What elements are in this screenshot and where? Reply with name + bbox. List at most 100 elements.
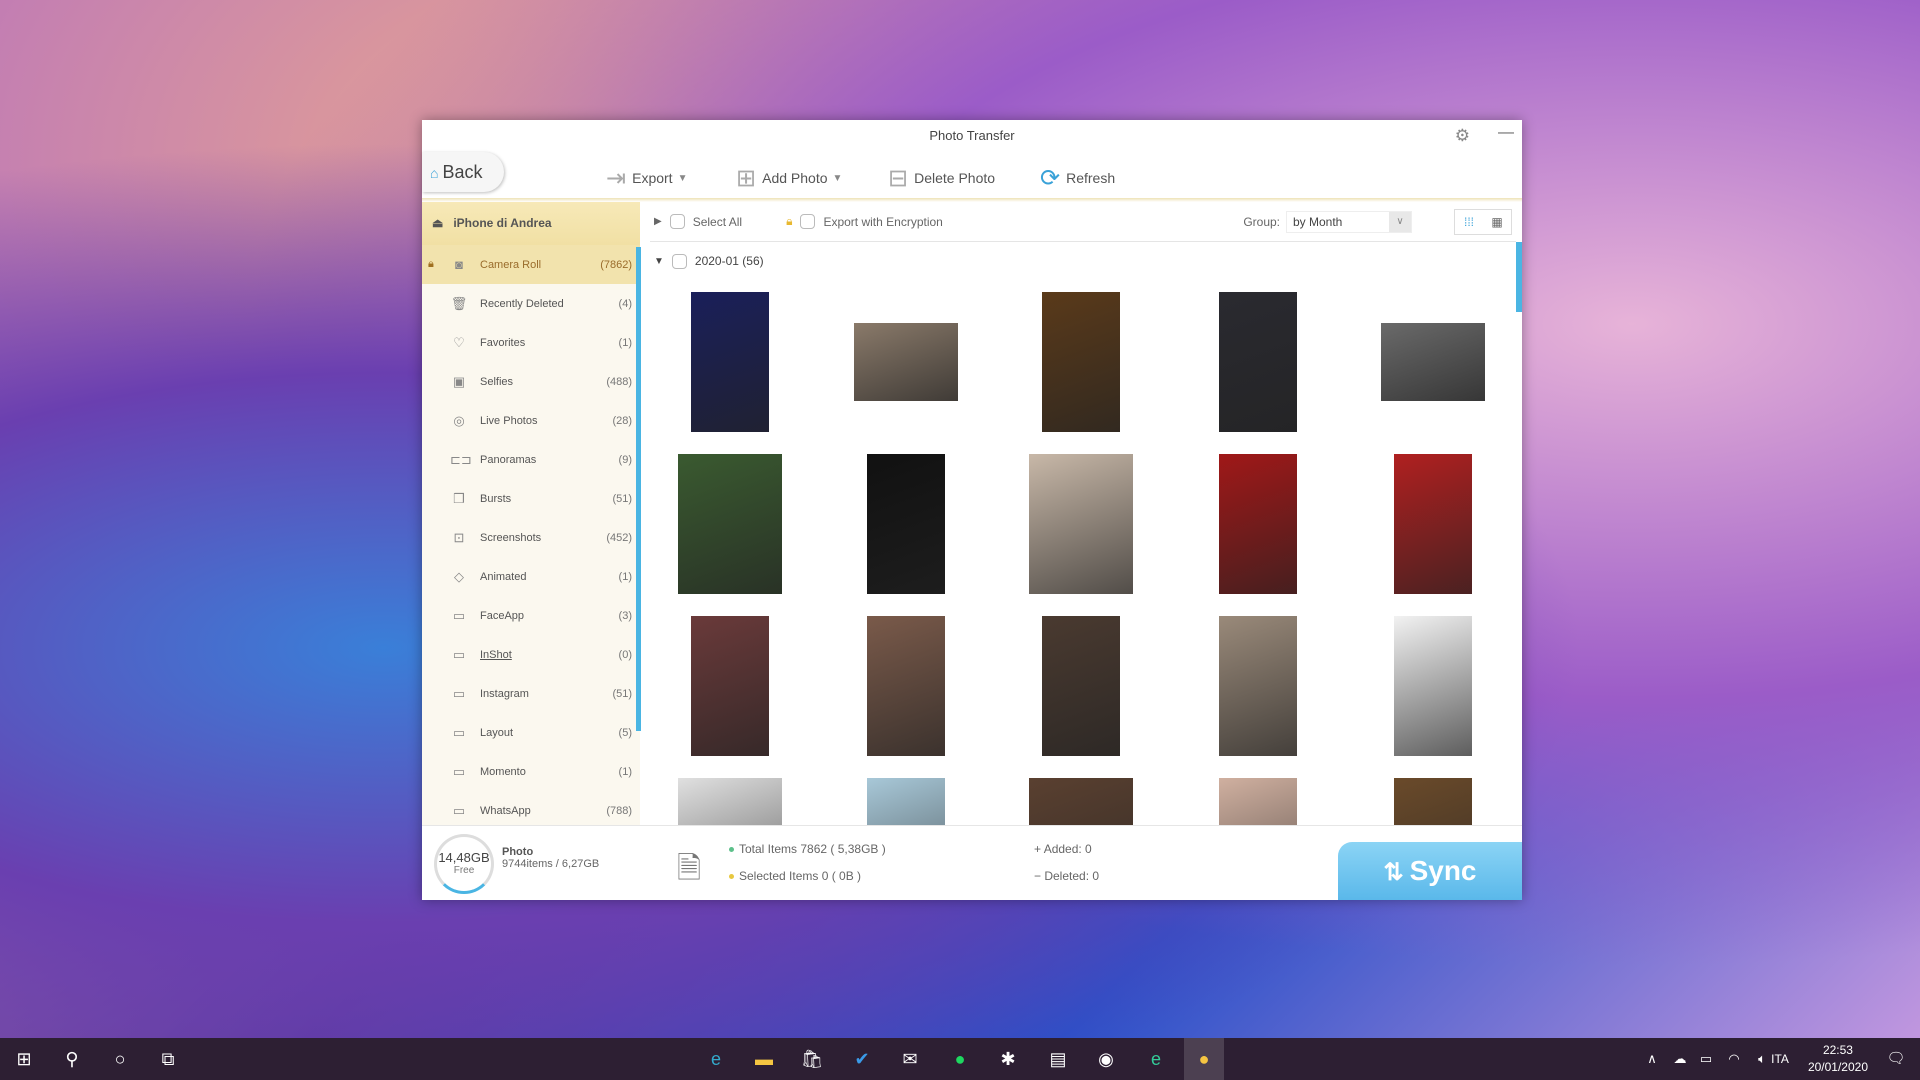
photo-thumbnail[interactable] bbox=[1219, 778, 1297, 825]
photo-thumbnail[interactable] bbox=[691, 292, 769, 432]
export-icon: ⇥ bbox=[606, 164, 627, 192]
delete-photo-button[interactable]: ⊟ Delete Photo bbox=[888, 160, 995, 196]
photo-transfer-app-icon[interactable]: ● bbox=[1184, 1038, 1224, 1080]
photo-thumbnail[interactable] bbox=[1029, 778, 1133, 825]
sidebar-item-animated[interactable]: ◇ Animated (1) bbox=[422, 557, 640, 596]
added-count: Added: 0 bbox=[1043, 842, 1092, 856]
photo-thumbnail[interactable] bbox=[854, 323, 958, 401]
sidebar-item-instagram[interactable]: ▭ Instagram (51) bbox=[422, 674, 640, 713]
photo-thumbnail[interactable] bbox=[1042, 616, 1120, 756]
todo-icon[interactable]: ✔ bbox=[842, 1038, 882, 1080]
sidebar-item-faceapp[interactable]: ▭ FaceApp (3) bbox=[422, 596, 640, 635]
sidebar-item-count: (788) bbox=[606, 804, 632, 817]
sidebar-item-label: WhatsApp bbox=[480, 804, 531, 817]
album-icon: ▭ bbox=[452, 802, 466, 818]
search-icon[interactable]: ⚲ bbox=[52, 1038, 92, 1080]
files-icon[interactable]: ▤ bbox=[1038, 1038, 1078, 1080]
group-select[interactable]: by Month ∨ bbox=[1286, 210, 1412, 233]
photo-thumbnail[interactable] bbox=[1042, 292, 1120, 432]
back-button[interactable]: ⌂ Back bbox=[422, 152, 504, 192]
large-grid-view-button[interactable]: ▦ bbox=[1483, 210, 1511, 234]
slack-icon[interactable]: ✱ bbox=[988, 1038, 1028, 1080]
photo-thumbnail[interactable] bbox=[691, 616, 769, 756]
small-grid-view-button[interactable]: ⁞⁞⁞ bbox=[1455, 210, 1483, 234]
refresh-button[interactable]: ⟳ Refresh bbox=[1040, 160, 1115, 196]
sidebar-item-screenshots[interactable]: ⊡ Screenshots (452) bbox=[422, 518, 640, 557]
sidebar-item-inshot[interactable]: ▭ InShot (0) bbox=[422, 635, 640, 674]
total-items: Total Items 7862 ( 5,38GB ) bbox=[739, 842, 886, 856]
sidebar-item-label: Momento bbox=[480, 765, 526, 778]
eject-icon[interactable]: ⏏ bbox=[432, 216, 443, 230]
album-icon: ▭ bbox=[452, 763, 466, 779]
device-header[interactable]: ⏏ iPhone di Andrea bbox=[422, 202, 640, 245]
free-space: 14,48GB bbox=[438, 850, 490, 865]
refresh-label: Refresh bbox=[1066, 170, 1116, 186]
sidebar-item-label: InShot bbox=[480, 648, 512, 661]
sidebar-item-camera-roll[interactable]: 🔒︎ ◙ Camera Roll (7862) bbox=[422, 245, 640, 284]
info-document-icon: 🗎 bbox=[677, 852, 702, 885]
photo-thumbnail[interactable] bbox=[1394, 616, 1472, 756]
sidebar-item-panoramas[interactable]: ⊏⊐ Panoramas (9) bbox=[422, 440, 640, 479]
export-encryption-label[interactable]: Export with Encryption bbox=[823, 215, 942, 229]
sidebar-item-favorites[interactable]: ♡ Favorites (1) bbox=[422, 323, 640, 362]
sidebar-scrollbar[interactable] bbox=[636, 247, 641, 731]
spotify-icon[interactable]: ● bbox=[940, 1038, 980, 1080]
photo-thumbnail[interactable] bbox=[678, 778, 782, 825]
collapse-arrow-icon[interactable]: ▼ bbox=[654, 256, 664, 267]
photo-scrollbar[interactable] bbox=[1516, 242, 1522, 312]
photo-thumbnail[interactable] bbox=[1381, 323, 1485, 401]
photo-thumbnail[interactable] bbox=[678, 454, 782, 594]
store-icon[interactable]: 🛍︎ bbox=[792, 1038, 832, 1080]
edge-icon[interactable]: e bbox=[696, 1038, 736, 1080]
month-label: 2020-01 (56) bbox=[694, 254, 764, 268]
settings-gear-icon[interactable]: ⚙ bbox=[1455, 126, 1470, 146]
add-photo-button[interactable]: ⊞ Add Photo ▼ bbox=[736, 160, 842, 196]
edge-dev-icon[interactable]: e bbox=[1136, 1038, 1176, 1080]
cortana-icon[interactable]: ○ bbox=[100, 1038, 140, 1080]
clock[interactable]: 22:53 20/01/2020 bbox=[1808, 1042, 1868, 1076]
photo-thumbnail[interactable] bbox=[867, 616, 945, 756]
selected-items: Selected Items 0 ( 0B ) bbox=[739, 869, 862, 883]
select-all-checkbox[interactable] bbox=[669, 214, 685, 229]
minus-icon: − bbox=[1034, 869, 1045, 883]
sidebar-item-label: Live Photos bbox=[480, 414, 538, 427]
start-button[interactable]: ⊞ bbox=[4, 1038, 44, 1080]
yellow-dot-icon bbox=[729, 874, 734, 880]
photo-thumbnail[interactable] bbox=[1219, 454, 1297, 594]
sidebar-item-selfies[interactable]: ▣ Selfies (488) bbox=[422, 362, 640, 401]
sidebar-item-bursts[interactable]: ❒ Bursts (51) bbox=[422, 479, 640, 518]
panorama-icon: ⊏⊐ bbox=[450, 451, 472, 467]
bursts-icon: ❒ bbox=[453, 490, 465, 506]
sidebar-item-count: (28) bbox=[612, 414, 632, 427]
sidebar-item-momento[interactable]: ▭ Momento (1) bbox=[422, 752, 640, 791]
home-icon: ⌂ bbox=[430, 165, 439, 181]
mail-icon[interactable]: ✉ bbox=[890, 1038, 930, 1080]
photo-thumbnail[interactable] bbox=[1394, 778, 1472, 825]
select-all-label[interactable]: Select All bbox=[693, 215, 742, 229]
expand-arrow-icon[interactable]: ▶ bbox=[654, 216, 662, 227]
minimize-button[interactable]: — bbox=[1498, 124, 1514, 142]
file-explorer-icon[interactable]: ▬ bbox=[744, 1038, 784, 1080]
photo-thumbnail[interactable] bbox=[1219, 292, 1297, 432]
sync-button[interactable]: ⇅ Sync bbox=[1338, 842, 1522, 900]
device-name: iPhone di Andrea bbox=[453, 216, 552, 230]
month-checkbox[interactable] bbox=[671, 253, 687, 269]
export-encryption-checkbox[interactable] bbox=[800, 214, 816, 229]
language-indicator[interactable]: ITA bbox=[1760, 1038, 1800, 1080]
task-view-icon[interactable]: ⧉ bbox=[148, 1038, 188, 1080]
notifications-icon[interactable]: 🗨︎ bbox=[1876, 1038, 1916, 1080]
photo-thumbnail[interactable] bbox=[867, 778, 945, 825]
chevron-down-icon: ∨ bbox=[1389, 211, 1411, 232]
sidebar-item-layout[interactable]: ▭ Layout (5) bbox=[422, 713, 640, 752]
photo-thumbnail[interactable] bbox=[1029, 454, 1133, 594]
photo-thumbnail[interactable] bbox=[867, 454, 945, 594]
export-button[interactable]: ⇥ Export ▼ bbox=[606, 160, 687, 196]
xbox-icon[interactable]: ◉ bbox=[1086, 1038, 1126, 1080]
green-dot-icon bbox=[729, 847, 734, 853]
group-label: Group: bbox=[1243, 214, 1280, 229]
sidebar-item-recently-deleted[interactable]: 🗑 Recently Deleted (4) bbox=[422, 284, 640, 323]
sidebar-item-count: (1) bbox=[618, 765, 632, 778]
photo-thumbnail[interactable] bbox=[1219, 616, 1297, 756]
sidebar-item-live-photos[interactable]: ◎ Live Photos (28) bbox=[422, 401, 640, 440]
photo-thumbnail[interactable] bbox=[1394, 454, 1472, 594]
